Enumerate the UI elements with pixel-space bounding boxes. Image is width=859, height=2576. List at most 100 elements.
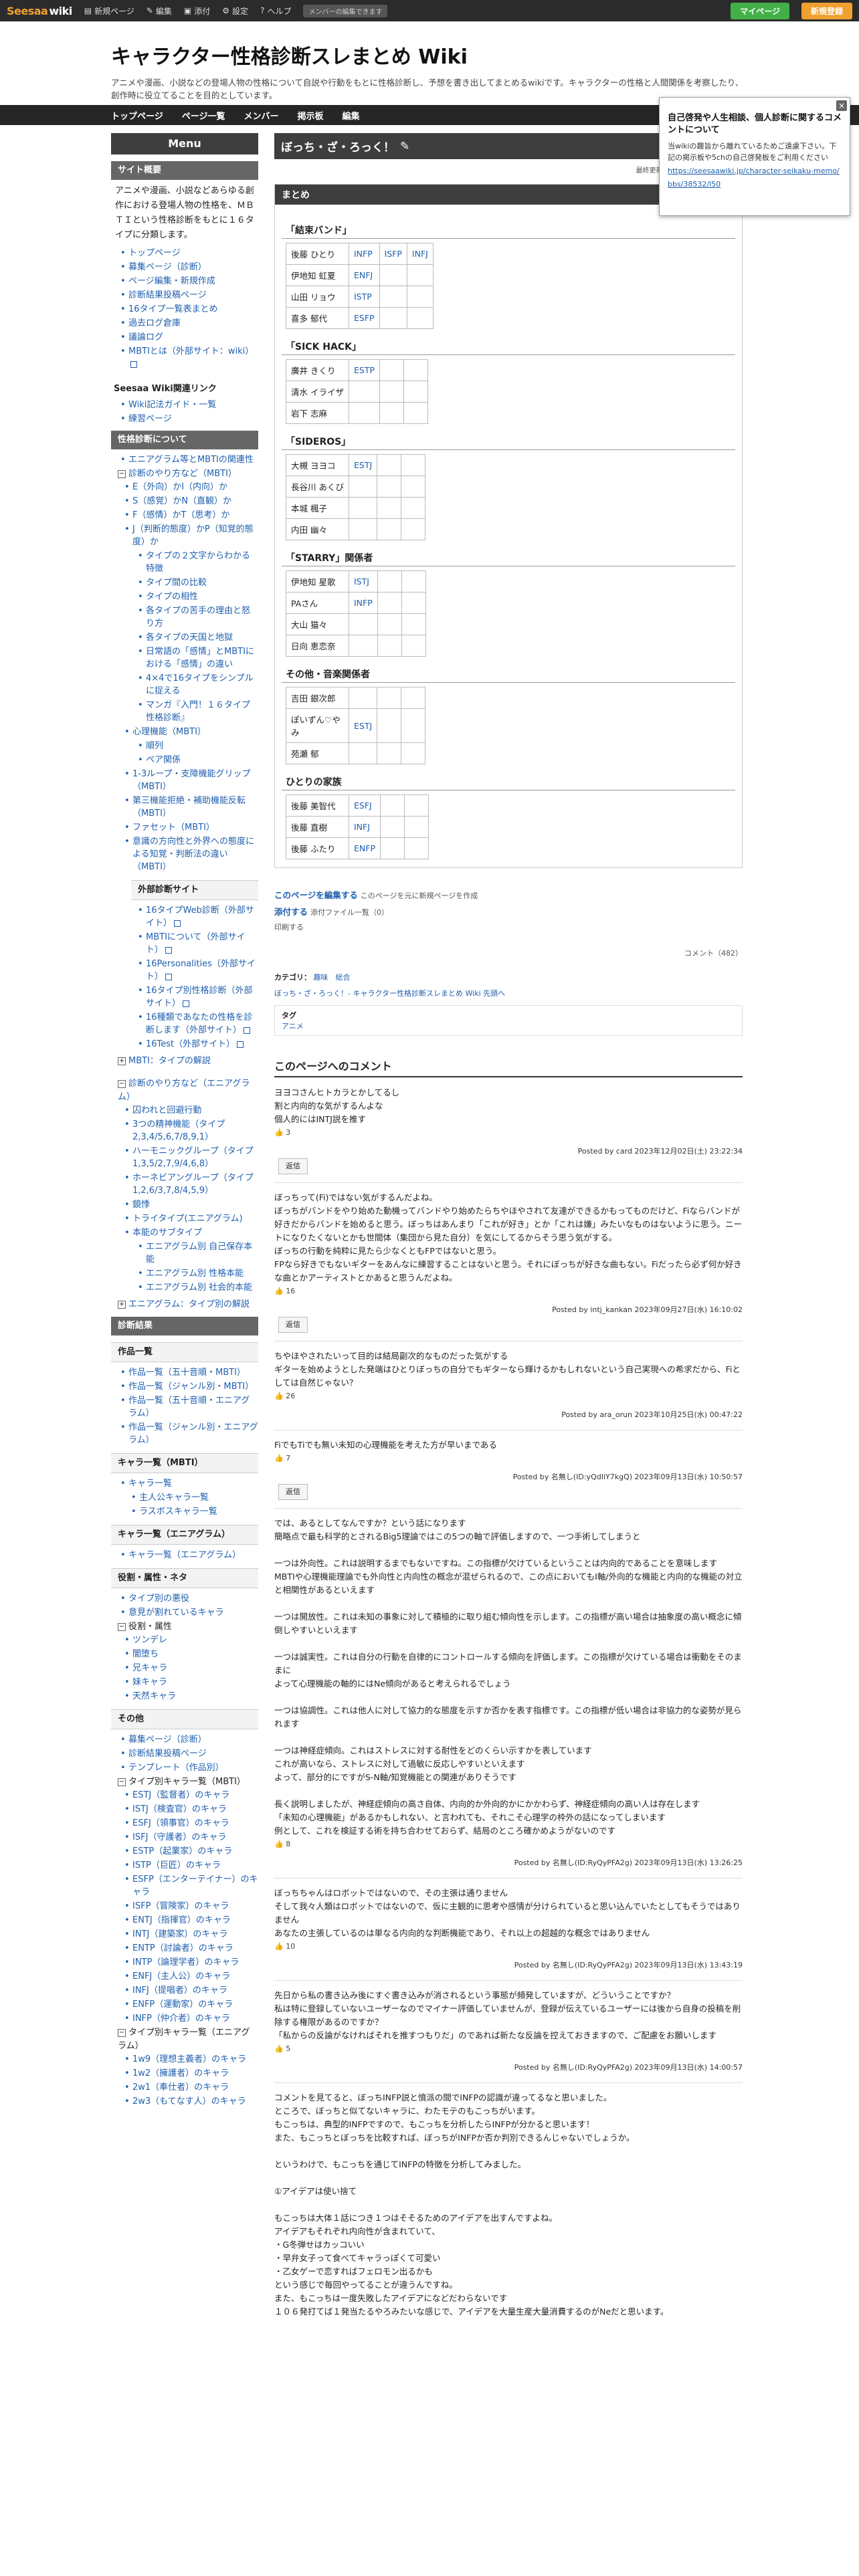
reply-button[interactable]: 返信 bbox=[278, 1484, 308, 1500]
edit-menu[interactable]: ✎ 編集 bbox=[147, 5, 172, 17]
member-type[interactable]: ENFJ bbox=[349, 264, 380, 286]
member-type bbox=[348, 381, 381, 403]
collapse-icon[interactable]: − bbox=[118, 1778, 126, 1786]
member-type bbox=[377, 592, 402, 614]
nav-page-list[interactable]: ページ一覧 bbox=[182, 109, 225, 122]
member-row: 内田 幽々 bbox=[286, 518, 426, 540]
member-type bbox=[401, 570, 426, 593]
comment-count[interactable]: コメント（482） bbox=[274, 946, 743, 958]
collapse-icon[interactable]: − bbox=[118, 469, 126, 478]
member-type bbox=[379, 307, 407, 329]
member-row: PAさん INFP bbox=[286, 592, 426, 614]
comment: 先日から私の書き込み後にすぐ書き込みが消されるという事態が頻発していますが、どう… bbox=[274, 1980, 743, 2082]
works-links: 作品一覧（五十音順・MBTI） 作品一覧（ジャンル別・MBTI） 作品一覧（五十… bbox=[111, 1366, 258, 1446]
like-button[interactable]: 👍 16 bbox=[274, 1285, 743, 1298]
attach-menu[interactable]: ▣ 添付 bbox=[184, 5, 210, 17]
new-page-link[interactable]: このページを元に新規ページを作成 bbox=[361, 891, 478, 900]
member-type[interactable]: ENFP bbox=[349, 837, 381, 859]
member-type[interactable]: ISTJ bbox=[349, 570, 378, 593]
like-button[interactable]: 👍 10 bbox=[274, 1940, 743, 1953]
comment-text: ぼっちって(Fi)ではない気がするんだよね。 ぼっちがバンドをやり始めた動機って… bbox=[274, 1192, 742, 1283]
cog-sub: 順列 ペア関係 bbox=[111, 740, 258, 766]
member-type[interactable]: ESFJ bbox=[349, 794, 381, 817]
diag-sub: E（外向）かI（内向）か S（感覚）かN（直観）か F（感情）かT（思考）か J… bbox=[111, 481, 258, 548]
sidebar-link: 募集ページ（診断） bbox=[120, 261, 258, 274]
expand-icon[interactable]: + bbox=[118, 1300, 126, 1309]
nav-top[interactable]: トップページ bbox=[111, 109, 163, 122]
print-link[interactable]: 印刷する bbox=[274, 923, 304, 932]
member-type bbox=[403, 837, 429, 859]
nav-members[interactable]: メンバー bbox=[244, 109, 279, 122]
member-type bbox=[406, 286, 434, 308]
member-row: 清水 イライザ bbox=[286, 381, 429, 403]
member-name: 吉田 銀次郎 bbox=[286, 687, 349, 709]
member-type[interactable]: ISTP bbox=[349, 286, 380, 308]
popup-link[interactable]: https://seesaawiki.jp/character-seikaku-… bbox=[668, 167, 840, 189]
collapse-icon[interactable]: − bbox=[118, 2028, 126, 2037]
member-row: 伊地知 虹夏 ENFJ bbox=[286, 264, 434, 286]
comment-author: Posted by ara_orun 2023年10月25日(水) 00:47:… bbox=[561, 1410, 743, 1419]
collapse-icon[interactable]: − bbox=[118, 1622, 126, 1631]
nav-bbs[interactable]: 掲示板 bbox=[298, 109, 324, 122]
comment-author: Posted by card 2023年12月02日(土) 23:22:34 bbox=[577, 1147, 743, 1156]
tag-link[interactable]: アニメ bbox=[282, 1022, 304, 1031]
like-button[interactable]: 👍 7 bbox=[274, 1452, 743, 1465]
attach-list-link[interactable]: 添付ファイル一覧（0） bbox=[310, 908, 389, 917]
member-type bbox=[401, 635, 426, 657]
site-overview-header: サイト概要 bbox=[111, 161, 258, 180]
settings-menu[interactable]: ⚙ 設定 bbox=[222, 5, 248, 17]
seesaa-logo[interactable]: Seesaa wiki bbox=[7, 5, 72, 17]
comment-text: FiでもTiでも無い未知の心理機能を考えた方が早いまである bbox=[274, 1440, 497, 1450]
gear-icon: ⚙ bbox=[222, 6, 230, 15]
site-title[interactable]: キャラクター性格診断スレまとめ Wiki bbox=[111, 40, 859, 70]
member-type[interactable]: INFJ bbox=[349, 816, 381, 838]
nav-edit[interactable]: 編集 bbox=[343, 109, 360, 122]
like-button[interactable]: 👍 5 bbox=[274, 2042, 743, 2056]
chars-header: キャラ一覧（MBTI） bbox=[111, 1453, 258, 1473]
attach-link[interactable]: 添付する bbox=[274, 907, 308, 917]
comment-text: では、あるとしてなんですか？という話になります 簡略点で最も科学的とされるBig… bbox=[274, 1518, 743, 1836]
like-button[interactable]: 👍 26 bbox=[274, 1390, 743, 1403]
menu-header: Menu bbox=[111, 133, 258, 154]
edit-page-link[interactable]: このページを編集する bbox=[274, 890, 358, 900]
member-name: 山田 リョウ bbox=[286, 286, 349, 308]
member-table: 後藤 美智代 ESFJ 後藤 直樹 INFJ 後藤 ふたり ENFP bbox=[286, 794, 429, 859]
member-type[interactable]: ESTJ bbox=[348, 454, 378, 476]
member-row: 後藤 ふたり ENFP bbox=[286, 837, 429, 859]
new-page-menu[interactable]: ▤ 新規ページ bbox=[84, 5, 134, 17]
member-table: 廣井 きくり ESTP 清水 イライザ 岩下 志麻 bbox=[286, 359, 429, 424]
close-icon[interactable]: × bbox=[836, 100, 847, 111]
member-type bbox=[379, 264, 407, 286]
role-header: 役割・属性・ネタ bbox=[111, 1568, 258, 1588]
comment-text: 先日から私の書き込み後にすぐ書き込みが消されるという事態が頻発していますが、どう… bbox=[274, 1990, 741, 2040]
summary-body: 「結束バンド」 後藤 ひとり INFP ISFP INFJ 伊地知 虹夏 ENFJ 山田 リョ… bbox=[275, 205, 742, 867]
member-row: ぽいずん♡やみ ESTJ bbox=[286, 708, 426, 743]
member-type[interactable]: INFP bbox=[349, 592, 378, 614]
like-button[interactable]: 👍 8 bbox=[274, 1838, 743, 1851]
register-button[interactable]: 新規登録 bbox=[801, 2, 852, 19]
help-menu[interactable]: ? ヘルプ bbox=[260, 5, 291, 17]
member-type[interactable]: ESTP bbox=[348, 359, 381, 381]
reply-button[interactable]: 返信 bbox=[278, 1158, 308, 1174]
member-type[interactable]: ESTJ bbox=[348, 708, 378, 743]
member-row: 後藤 直樹 INFJ bbox=[286, 816, 429, 838]
member-type[interactable]: INFP bbox=[349, 243, 380, 265]
expand-icon[interactable]: + bbox=[118, 1057, 126, 1065]
comment: ぼっちちゃんはロボットではないので、その主張は通りません そして我々人類はロボッ… bbox=[274, 1878, 743, 1980]
sidebar-link: MBTIとは（外部サイト：wiki） bbox=[120, 345, 258, 370]
member-type[interactable]: ESFP bbox=[349, 307, 380, 329]
like-button[interactable]: 👍 3 bbox=[274, 1126, 743, 1140]
edit-pencil-icon[interactable]: ✎ bbox=[400, 140, 409, 153]
help-icon: ? bbox=[260, 6, 265, 15]
comment-author: Posted by 名無し(ID:RyQyPFA2g) 2023年09月13日(… bbox=[514, 1858, 743, 1867]
external-link-icon bbox=[174, 920, 181, 927]
mypage-button[interactable]: マイページ bbox=[731, 2, 789, 19]
member-type[interactable]: INFJ bbox=[406, 243, 434, 265]
image-icon: ▣ bbox=[183, 6, 192, 15]
collapse-icon[interactable]: − bbox=[118, 1079, 126, 1088]
mbti-type-tree: + MBTI：タイプの解説 bbox=[118, 1056, 211, 1066]
reply-button[interactable]: 返信 bbox=[278, 1317, 308, 1333]
pencil-icon: ✎ bbox=[146, 6, 153, 15]
member-type[interactable]: ISFP bbox=[379, 243, 407, 265]
member-row: 伊地知 星歌 ISTJ bbox=[286, 570, 426, 593]
